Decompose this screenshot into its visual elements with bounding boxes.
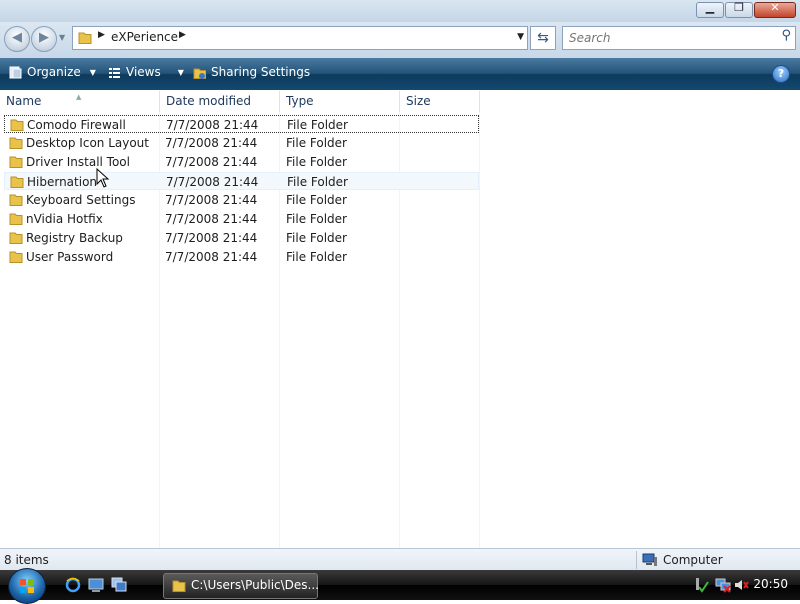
system-tray: 20:50	[685, 570, 800, 600]
help-button[interactable]: ?	[772, 65, 790, 83]
folder-icon	[172, 580, 186, 592]
caption-buttons: ▁ ❐ ✕	[696, 1, 796, 18]
security-check-icon[interactable]	[693, 577, 709, 593]
sort-arrow-icon: ▲	[76, 93, 82, 101]
folder-icon	[9, 251, 23, 263]
computer-icon	[642, 553, 657, 566]
sharing-icon	[193, 68, 206, 79]
folder-icon	[9, 156, 23, 168]
command-bar: Organize ▼ Views ▼ Sharing Settings ?	[0, 58, 800, 90]
column-header-type[interactable]: Type	[280, 91, 400, 112]
refresh-button[interactable]: ⇆	[530, 26, 556, 50]
back-arrow-icon: ◀	[12, 30, 22, 45]
folder-icon	[10, 119, 24, 131]
list-item[interactable]: Hibernation 7/7/2008 21:44 File Folder	[4, 172, 479, 190]
column-divider	[479, 112, 480, 548]
status-divider	[636, 551, 637, 569]
organize-icon	[9, 66, 22, 78]
internet-explorer-icon[interactable]	[65, 577, 81, 593]
chevron-down-icon: ▼	[177, 67, 184, 77]
maximize-button[interactable]: ❐	[725, 1, 753, 18]
column-header-name[interactable]: Name ▲	[0, 91, 160, 112]
folder-icon	[78, 32, 92, 44]
folder-icon	[9, 194, 23, 206]
item-count: 8 items	[4, 553, 49, 567]
breadcrumb-separator-icon[interactable]: ▶	[179, 30, 186, 40]
title-bar: ▁ ❐ ✕	[0, 0, 800, 22]
column-header-size[interactable]: Size	[400, 91, 480, 112]
folder-icon	[9, 213, 23, 225]
taskbar-window-button[interactable]: C:\Users\Public\Des...	[163, 573, 319, 599]
mouse-cursor-icon	[96, 168, 110, 188]
file-list: Comodo Firewall 7/7/2008 21:44 File Fold…	[0, 112, 800, 548]
recent-pages-dropdown-icon[interactable]: ▼	[59, 33, 65, 42]
show-desktop-icon[interactable]	[88, 577, 104, 593]
list-item[interactable]: Desktop Icon Layout 7/7/2008 21:44 File …	[4, 134, 479, 152]
windows-logo-icon	[20, 579, 34, 593]
list-item[interactable]: Keyboard Settings 7/7/2008 21:44 File Fo…	[4, 191, 479, 209]
views-icon	[109, 67, 120, 78]
organize-button[interactable]: Organize ▼	[9, 65, 96, 79]
help-icon: ?	[777, 67, 785, 80]
column-header-date-modified[interactable]: Date modified	[160, 91, 280, 112]
volume-muted-icon[interactable]	[733, 577, 749, 593]
search-input[interactable]	[567, 29, 771, 47]
folder-icon	[10, 176, 24, 188]
close-button[interactable]: ✕	[754, 1, 796, 18]
forward-button[interactable]: ▶	[31, 26, 57, 52]
column-headers: Name ▲ Date modified Type Size	[0, 91, 800, 113]
folder-icon	[9, 137, 23, 149]
breadcrumb-experience[interactable]: eXPerience	[111, 30, 178, 44]
sharing-settings-button[interactable]: Sharing Settings	[193, 65, 310, 79]
start-button[interactable]	[8, 568, 46, 604]
list-item[interactable]: nVidia Hotfix 7/7/2008 21:44 File Folder	[4, 210, 479, 228]
forward-arrow-icon: ▶	[39, 30, 49, 45]
list-item[interactable]: Registry Backup 7/7/2008 21:44 File Fold…	[4, 229, 479, 247]
taskbar: C:\Users\Public\Des... 20:50	[0, 568, 800, 604]
status-location: Computer	[642, 553, 723, 567]
refresh-icon: ⇆	[537, 30, 549, 46]
list-item[interactable]: User Password 7/7/2008 21:44 File Folder	[4, 248, 479, 266]
clock[interactable]: 20:50	[753, 577, 788, 591]
address-bar[interactable]: ▶ eXPerience ▶ ▼	[72, 26, 528, 50]
list-item[interactable]: Driver Install Tool 7/7/2008 21:44 File …	[4, 153, 479, 171]
back-button[interactable]: ◀	[4, 26, 30, 52]
folder-icon	[9, 232, 23, 244]
search-box[interactable]: ⚲	[562, 26, 796, 50]
breadcrumb-separator-icon[interactable]: ▶	[98, 30, 105, 40]
chevron-down-icon: ▼	[89, 67, 96, 77]
list-item[interactable]: Comodo Firewall 7/7/2008 21:44 File Fold…	[4, 115, 479, 133]
address-dropdown-icon[interactable]: ▼	[517, 32, 524, 42]
status-bar: 8 items Computer	[0, 548, 800, 571]
search-icon[interactable]: ⚲	[781, 28, 791, 43]
switch-windows-icon[interactable]	[111, 577, 127, 593]
network-icon[interactable]	[715, 577, 731, 593]
navigation-bar: ◀ ▶ ▼ ▶ eXPerience ▶ ▼ ⇆ ⚲	[0, 22, 800, 58]
views-button[interactable]: Views ▼	[108, 65, 184, 79]
minimize-button[interactable]: ▁	[696, 1, 724, 18]
